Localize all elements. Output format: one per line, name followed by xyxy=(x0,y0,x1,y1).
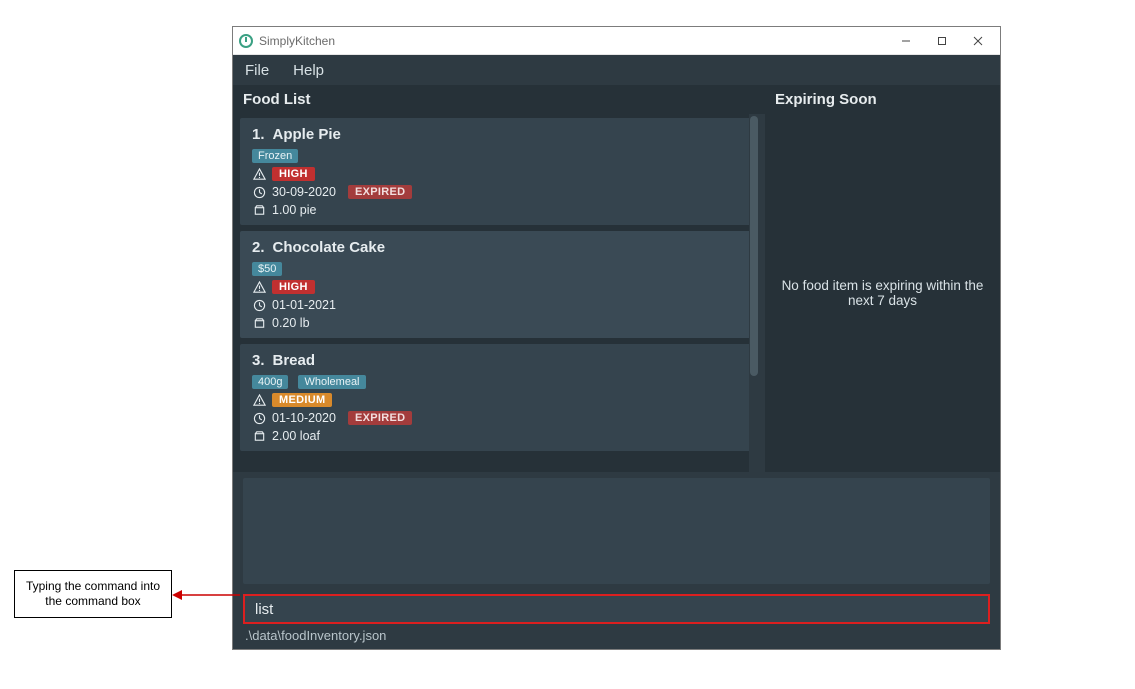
food-item[interactable]: 3. Bread 400g Wholemeal MEDIUM xyxy=(240,344,755,451)
food-date: 01-01-2021 xyxy=(272,298,336,312)
annotation-text: Typing the command into the command box xyxy=(21,579,165,609)
annotation-callout: Typing the command into the command box xyxy=(14,570,172,618)
scrollbar-thumb[interactable] xyxy=(750,116,758,376)
storage-path: .\data\foodInventory.json xyxy=(245,628,386,643)
expiring-empty-text: No food item is expiring within the next… xyxy=(775,278,990,308)
food-tag: $50 xyxy=(252,262,282,276)
scrollbar[interactable] xyxy=(749,114,759,472)
app-logo-icon xyxy=(239,34,253,48)
food-index: 1. xyxy=(252,126,265,143)
window-title: SimplyKitchen xyxy=(259,34,335,48)
command-input[interactable] xyxy=(243,594,990,624)
warning-icon xyxy=(252,168,266,181)
command-wrap xyxy=(243,594,990,624)
window-maximize-button[interactable] xyxy=(924,27,960,55)
clock-icon xyxy=(252,412,266,425)
food-index: 3. xyxy=(252,352,265,369)
section-headers: Food List Expiring Soon xyxy=(233,85,1000,114)
expired-badge: EXPIRED xyxy=(348,185,412,199)
app-window: SimplyKitchen File Help Food List Expiri… xyxy=(232,26,1001,650)
food-list-panel: 1. Apple Pie Frozen HIGH xyxy=(233,114,759,472)
box-icon xyxy=(252,317,266,330)
box-icon xyxy=(252,204,266,217)
food-name: Chocolate Cake xyxy=(273,239,386,256)
food-list-header: Food List xyxy=(233,85,765,114)
warning-icon xyxy=(252,394,266,407)
main-columns: 1. Apple Pie Frozen HIGH xyxy=(233,114,1000,472)
expired-badge: EXPIRED xyxy=(348,411,412,425)
output-area xyxy=(243,478,990,584)
food-quantity: 1.00 pie xyxy=(272,203,316,217)
food-quantity: 2.00 loaf xyxy=(272,429,320,443)
priority-badge: HIGH xyxy=(272,280,315,294)
priority-badge: HIGH xyxy=(272,167,315,181)
food-date: 01-10-2020 xyxy=(272,411,336,425)
clock-icon xyxy=(252,186,266,199)
app-body: File Help Food List Expiring Soon 1. App… xyxy=(233,55,1000,649)
clock-icon xyxy=(252,299,266,312)
food-index: 2. xyxy=(252,239,265,256)
food-tag: 400g xyxy=(252,375,288,389)
titlebar: SimplyKitchen xyxy=(233,27,1000,55)
box-icon xyxy=(252,430,266,443)
priority-badge: MEDIUM xyxy=(272,393,332,407)
window-close-button[interactable] xyxy=(960,27,996,55)
expiring-panel: No food item is expiring within the next… xyxy=(765,114,1000,472)
food-item[interactable]: 1. Apple Pie Frozen HIGH xyxy=(240,118,755,225)
menu-help[interactable]: Help xyxy=(289,60,328,81)
status-bar: .\data\foodInventory.json xyxy=(233,624,1000,649)
food-quantity: 0.20 lb xyxy=(272,316,310,330)
food-list-scroll[interactable]: 1. Apple Pie Frozen HIGH xyxy=(240,118,755,468)
food-tag: Frozen xyxy=(252,149,298,163)
food-date: 30-09-2020 xyxy=(272,185,336,199)
food-name: Bread xyxy=(273,352,316,369)
menubar: File Help xyxy=(233,55,1000,85)
expiring-header: Expiring Soon xyxy=(765,85,1000,114)
food-item[interactable]: 2. Chocolate Cake $50 HIGH xyxy=(240,231,755,338)
menu-file[interactable]: File xyxy=(241,60,273,81)
food-name: Apple Pie xyxy=(273,126,341,143)
warning-icon xyxy=(252,281,266,294)
window-minimize-button[interactable] xyxy=(888,27,924,55)
food-tag: Wholemeal xyxy=(298,375,365,389)
